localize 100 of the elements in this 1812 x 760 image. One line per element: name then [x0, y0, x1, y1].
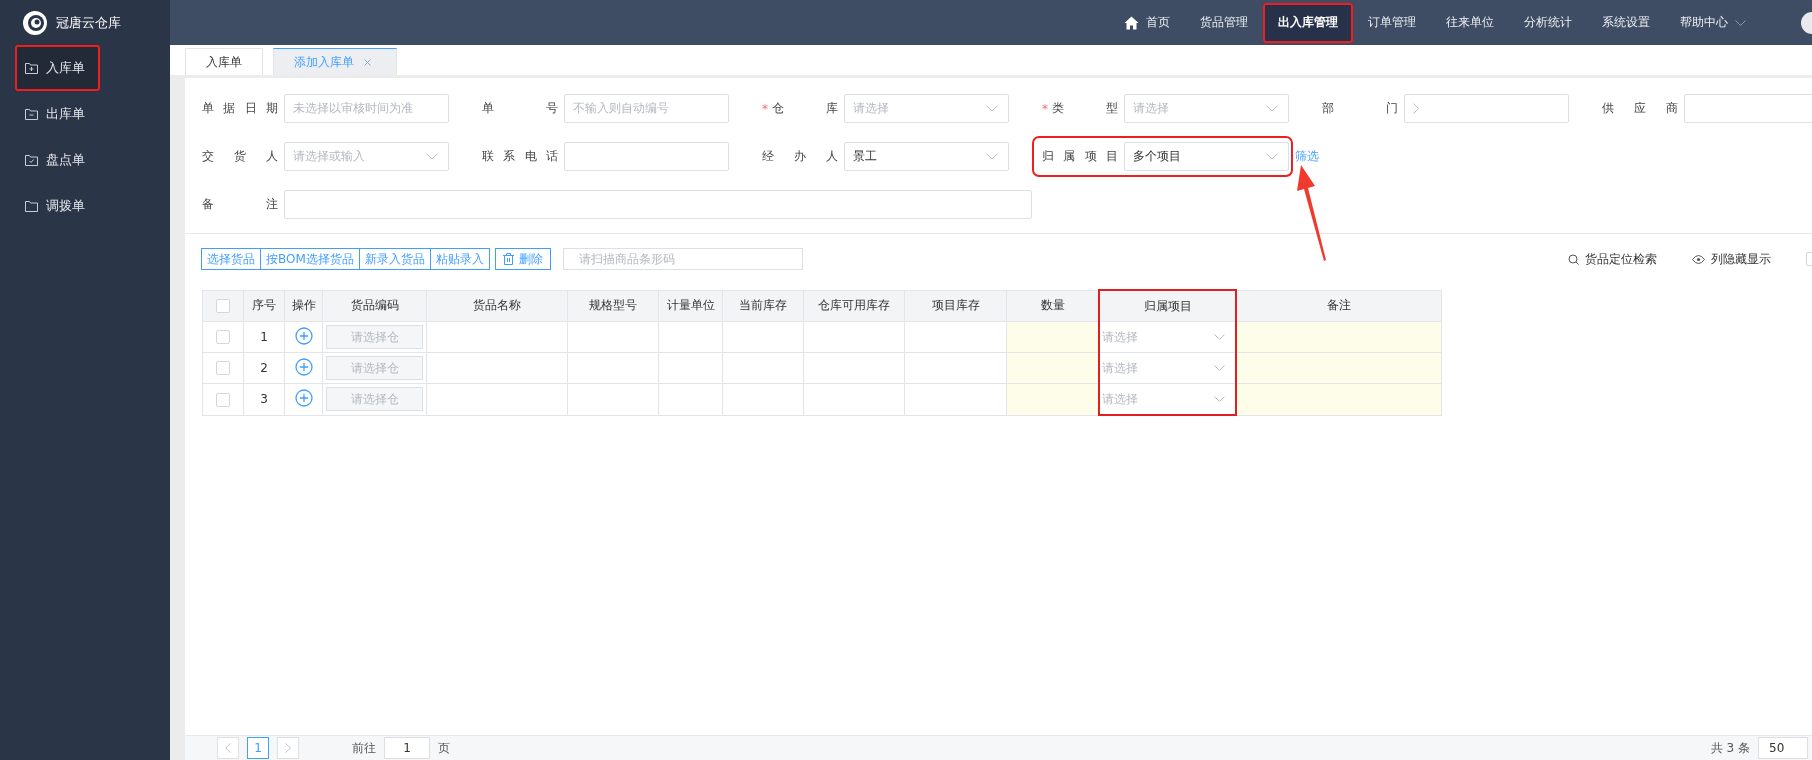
- sidebar-item[interactable]: 出库单: [0, 91, 170, 137]
- column-header: 货品编码: [322, 290, 427, 322]
- row-number: 3: [260, 392, 268, 407]
- product-code-field[interactable]: 请选择仓: [326, 387, 423, 412]
- chevron-down-icon: [1214, 396, 1225, 402]
- field-label: 经办人: [762, 148, 838, 165]
- trash-icon: [502, 253, 514, 265]
- select-field[interactable]: 请选择或输入: [284, 142, 449, 171]
- add-icon[interactable]: [294, 357, 313, 376]
- next-page-button[interactable]: [277, 737, 299, 759]
- field-label: 仓库: [772, 100, 838, 117]
- tab[interactable]: 添加入库单: [273, 48, 397, 75]
- checkbox[interactable]: [216, 299, 230, 313]
- toolbar-button[interactable]: 按BOM选择货品: [260, 248, 360, 270]
- toolbar-button[interactable]: 选择货品: [201, 248, 261, 270]
- close-icon[interactable]: [364, 58, 371, 66]
- delete-button[interactable]: 删除: [494, 248, 551, 270]
- nav-item[interactable]: 出入库管理: [1263, 2, 1353, 43]
- goto-label: 前往: [352, 739, 376, 757]
- toolbar-tool[interactable]: 列隐藏显示: [1692, 250, 1771, 268]
- folder-icon: [25, 154, 38, 166]
- add-icon[interactable]: [294, 388, 313, 407]
- field-label: 归属项目: [1042, 148, 1118, 165]
- input-field[interactable]: [284, 190, 1032, 219]
- column-header: 操作: [284, 290, 323, 322]
- product-code-field[interactable]: 请选择仓: [326, 325, 423, 349]
- column-header: 项目库存: [904, 290, 1007, 322]
- input-field[interactable]: 未选择以审核时间为准: [284, 94, 449, 123]
- nav-item[interactable]: 往来单位: [1431, 2, 1509, 43]
- folder-icon: [25, 108, 38, 120]
- page-unit: 页: [438, 739, 450, 757]
- chevron-down-icon: [1266, 153, 1278, 160]
- field-label: 单号: [482, 100, 558, 117]
- chevron-down-icon: [1735, 19, 1746, 26]
- tab[interactable]: 入库单: [185, 48, 263, 75]
- column-header: 仓库可用库存: [803, 290, 905, 322]
- sidebar-item[interactable]: 盘点单: [0, 137, 170, 183]
- field-label: 单据日期: [202, 100, 278, 117]
- nav-item[interactable]: 帮助中心: [1665, 2, 1761, 43]
- logo-icon: [22, 9, 48, 36]
- select-field[interactable]: 请选择: [1124, 94, 1289, 123]
- nav-item[interactable]: 货品管理: [1185, 2, 1263, 43]
- folder-icon: [25, 62, 38, 74]
- field-label: 类型: [1052, 100, 1118, 117]
- nav-item[interactable]: 首页: [1109, 2, 1185, 43]
- previous-page-button[interactable]: [217, 737, 239, 759]
- add-icon[interactable]: [294, 326, 313, 345]
- page-button[interactable]: 1: [247, 737, 269, 759]
- chevron-down-icon: [986, 105, 998, 112]
- chevron-down-icon: [1214, 334, 1225, 340]
- chevron-down-icon: [426, 153, 438, 160]
- nav-item[interactable]: 系统设置: [1587, 2, 1665, 43]
- eye-icon: [1692, 254, 1705, 264]
- total-count: 共 3 条: [1710, 739, 1750, 757]
- required-mark: *: [762, 101, 768, 116]
- column-header: 数量: [1006, 290, 1099, 322]
- product-code-field[interactable]: 请选择仓: [326, 356, 423, 380]
- required-mark: *: [1042, 101, 1048, 116]
- chevron-down-icon: [1214, 365, 1225, 371]
- column-header: 归属项目: [1099, 290, 1236, 322]
- folder-icon: [25, 200, 38, 212]
- checkbox[interactable]: [216, 330, 230, 345]
- column-header: 备注: [1236, 290, 1442, 322]
- search-icon: [1568, 253, 1579, 265]
- field-label: 供应商: [1602, 100, 1678, 117]
- home-icon: [1124, 15, 1139, 30]
- checkbox[interactable]: [216, 392, 230, 407]
- field-label: 交货人: [202, 148, 278, 165]
- nav-item[interactable]: 分析统计: [1509, 2, 1587, 43]
- chevron-down-icon: [1266, 105, 1278, 112]
- filter-link[interactable]: 筛选: [1295, 148, 1319, 165]
- toolbar-button[interactable]: 新录入货品: [358, 248, 431, 270]
- row-number: 2: [260, 361, 268, 375]
- input-field[interactable]: 不输入则自动编号: [564, 94, 729, 123]
- chevron-right-icon: [1413, 103, 1419, 114]
- column-header: 货品名称: [426, 290, 568, 322]
- checkbox[interactable]: [216, 361, 230, 376]
- row-number: 1: [260, 330, 268, 344]
- select-field[interactable]: 多个项目: [1124, 142, 1289, 171]
- chevron-down-icon: [986, 153, 998, 160]
- nav-item[interactable]: 订单管理: [1353, 2, 1431, 43]
- page-input[interactable]: 1: [384, 737, 430, 759]
- sidebar-item[interactable]: 入库单: [15, 45, 100, 91]
- column-header: 计量单位: [658, 290, 723, 322]
- column-header: 序号: [243, 290, 285, 322]
- field-label: 联系电话: [482, 148, 558, 165]
- input-field[interactable]: [564, 142, 729, 171]
- column-header: 规格型号: [567, 290, 659, 322]
- field-label: 备注: [202, 196, 278, 213]
- toolbar-button[interactable]: 粘贴录入: [429, 248, 490, 270]
- page-size-select[interactable]: 50: [1758, 737, 1808, 759]
- barcode-field[interactable]: 请扫描商品条形码: [562, 248, 803, 270]
- toolbar-tool[interactable]: 货品定位检索: [1568, 250, 1657, 268]
- chevron-left-icon: [225, 743, 231, 753]
- select-field[interactable]: [1404, 94, 1569, 123]
- input-field[interactable]: [1684, 94, 1812, 123]
- select-field[interactable]: 景工: [844, 142, 1009, 171]
- sidebar-item[interactable]: 调拨单: [0, 183, 170, 229]
- select-field[interactable]: 请选择: [844, 94, 1009, 123]
- field-label: 部门: [1322, 100, 1398, 117]
